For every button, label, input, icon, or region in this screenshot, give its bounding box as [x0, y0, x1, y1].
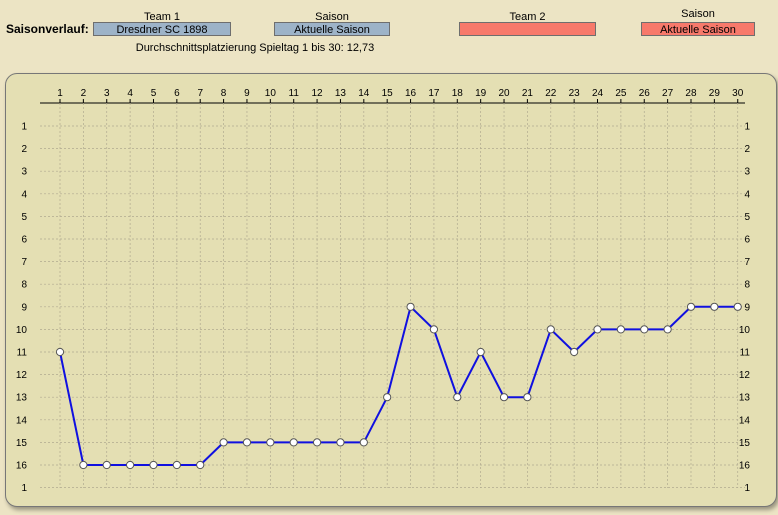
y-tick-label-right: 9 [744, 302, 750, 313]
y-tick-label-right: 1 [744, 483, 750, 494]
x-tick-label: 3 [104, 88, 110, 99]
x-tick-label: 12 [312, 88, 324, 99]
x-tick-label: 10 [265, 88, 277, 99]
data-point [570, 347, 579, 357]
data-point [79, 460, 88, 470]
data-point [336, 438, 345, 447]
y-tick-label-right: 3 [744, 167, 750, 178]
data-point [429, 325, 439, 334]
x-tick-label: 5 [151, 88, 157, 99]
x-tick-label: 24 [592, 88, 604, 99]
x-tick-label: 9 [244, 88, 250, 99]
data-point [523, 393, 532, 402]
x-tick-label: 16 [405, 88, 417, 99]
data-point [266, 438, 275, 447]
x-tick-label: 18 [452, 88, 464, 99]
y-tick-label-right: 12 [739, 370, 751, 381]
y-tick-label-right: 4 [744, 189, 750, 200]
y-tick-label-left: 1 [21, 483, 27, 494]
data-point [289, 438, 298, 447]
season-progress-chart: 1 2 3 4 5 6 7 8 9 10 11 12 13 14 15 16 17 18 19 20 21 22 23 24 2… [16, 88, 751, 494]
y-tick-label-left: 12 [16, 370, 28, 381]
y-tick-label-left: 10 [16, 325, 28, 336]
x-tick-label: 11 [289, 88, 300, 99]
y-tick-label-left: 3 [21, 167, 27, 178]
data-point [149, 460, 158, 470]
data-point [593, 325, 602, 334]
x-tick-label: 19 [475, 88, 487, 99]
data-point [55, 347, 65, 357]
y-tick-label-right: 8 [744, 280, 750, 291]
x-tick-label: 15 [382, 88, 394, 99]
y-tick-label-right: 7 [744, 257, 750, 268]
y-tick-label-right: 6 [744, 235, 750, 246]
x-tick-label: 8 [221, 88, 227, 99]
data-point [359, 438, 368, 447]
y-tick-label-left: 7 [21, 257, 27, 268]
data-point [102, 460, 111, 470]
data-point [640, 325, 649, 334]
y-tick-label-right: 11 [740, 348, 751, 359]
y-tick-label-left: 4 [21, 189, 27, 200]
data-point [383, 393, 392, 402]
data-point [219, 438, 228, 447]
data-point [546, 325, 555, 334]
y-tick-label-left: 11 [17, 348, 28, 359]
y-tick-label-left: 5 [21, 212, 27, 223]
x-tick-label: 22 [545, 88, 557, 99]
x-tick-label: 29 [709, 88, 721, 99]
x-tick-label: 27 [662, 88, 674, 99]
x-tick-label: 4 [127, 88, 133, 99]
y-tick-label-left: 2 [21, 144, 27, 155]
y-tick-label-left: 13 [16, 393, 28, 404]
x-tick-label: 6 [174, 88, 180, 99]
y-tick-label-right: 1 [744, 122, 750, 133]
y-tick-label-left: 1 [21, 122, 27, 133]
x-tick-label: 14 [358, 88, 370, 99]
x-tick-label: 20 [498, 88, 510, 99]
data-point [616, 325, 625, 334]
data-point [453, 393, 462, 402]
data-point [172, 460, 181, 470]
data-point [686, 302, 696, 311]
series-line [59, 304, 738, 466]
x-tick-label: 17 [428, 88, 440, 99]
y-tick-label-left: 15 [16, 438, 28, 449]
x-tick-label: 30 [732, 88, 744, 99]
y-tick-label-left: 16 [16, 461, 28, 472]
x-tick-label: 2 [81, 88, 87, 99]
y-tick-label-left: 9 [21, 302, 27, 313]
x-tick-label: 23 [569, 88, 581, 99]
y-tick-label-right: 16 [739, 461, 751, 472]
data-point [499, 393, 509, 402]
y-tick-label-left: 14 [16, 415, 28, 426]
y-tick-label-left: 8 [21, 280, 27, 291]
y-tick-label-right: 13 [739, 393, 751, 404]
data-point [196, 460, 205, 470]
x-tick-label: 13 [335, 88, 347, 99]
data-point [312, 438, 322, 447]
x-tick-label: 28 [685, 88, 697, 99]
y-tick-label-left: 6 [21, 235, 27, 246]
x-tick-label: 7 [197, 88, 203, 99]
data-point [733, 302, 742, 311]
y-tick-label-right: 2 [744, 144, 750, 155]
x-tick-label: 26 [639, 88, 651, 99]
y-tick-label-right: 14 [739, 415, 751, 426]
data-point [406, 302, 415, 311]
data-point [242, 438, 252, 447]
data-point [710, 302, 719, 311]
y-tick-label-right: 5 [744, 212, 750, 223]
x-tick-label: 21 [522, 88, 534, 99]
y-tick-label-right: 10 [739, 325, 751, 336]
data-point [126, 460, 135, 470]
x-tick-label: 1 [57, 88, 63, 99]
data-point [476, 347, 485, 357]
x-tick-label: 25 [615, 88, 627, 99]
y-tick-label-right: 15 [739, 438, 751, 449]
data-point [663, 325, 672, 334]
